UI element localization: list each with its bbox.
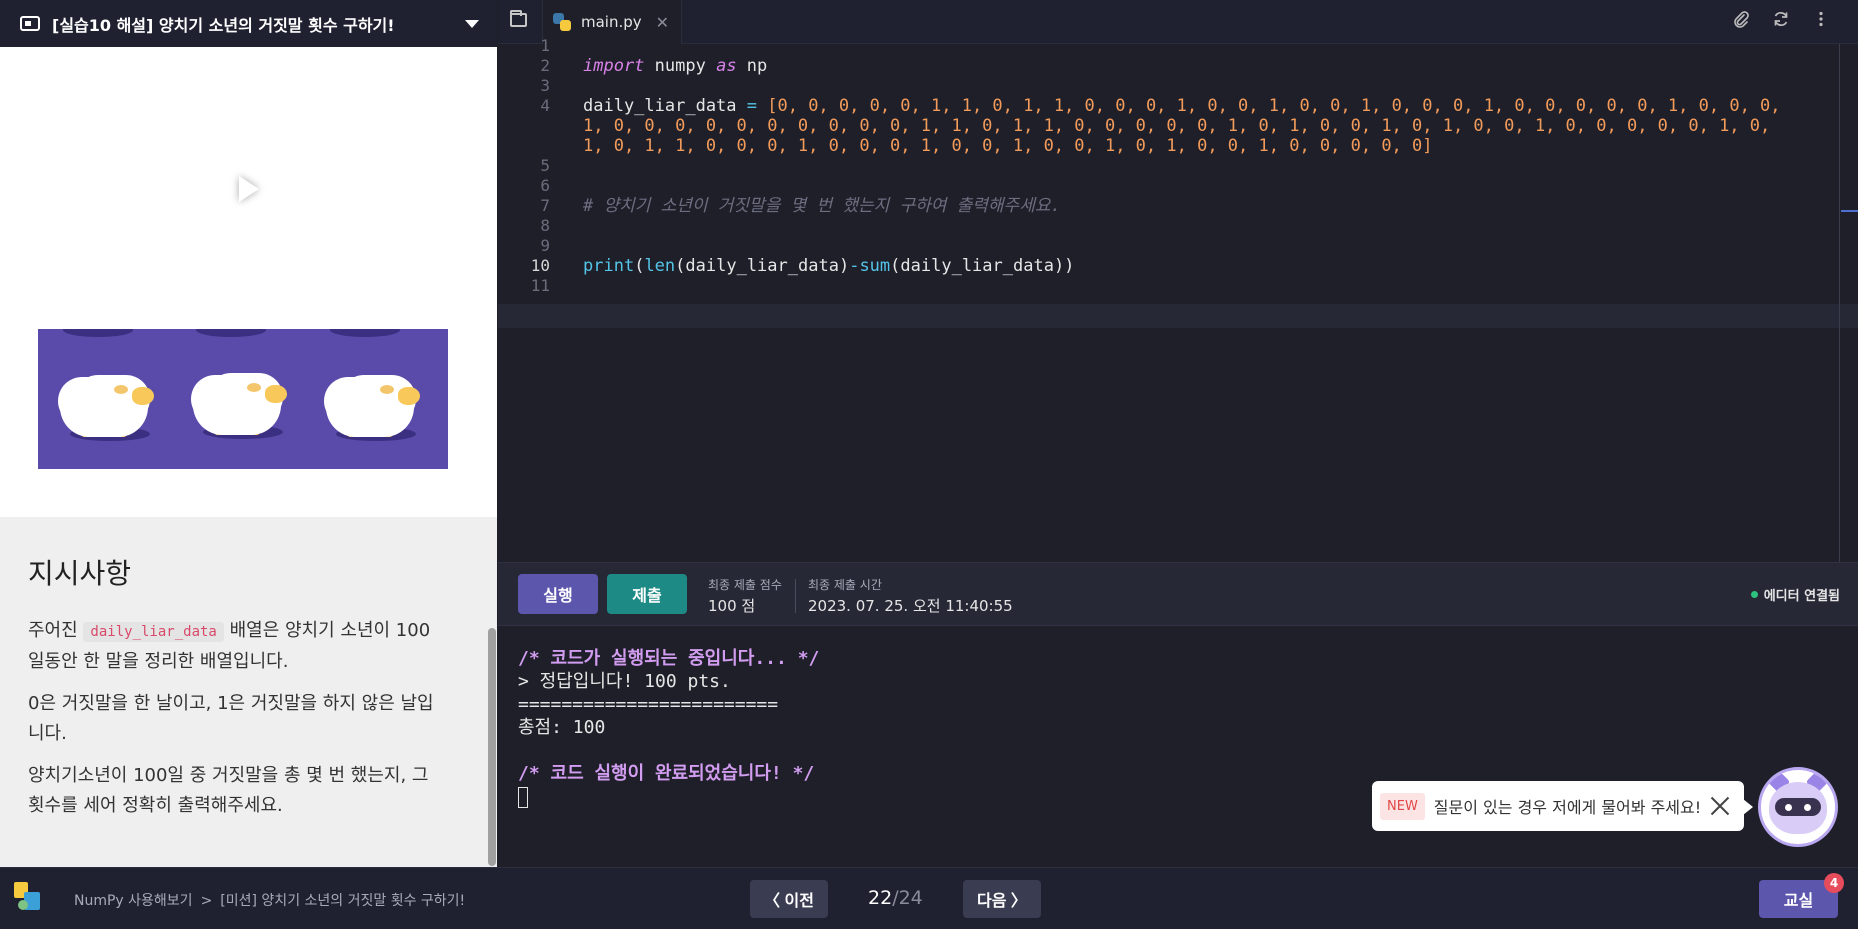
app-logo-icon[interactable] bbox=[14, 882, 42, 912]
editor-tabbar: main.py ✕ bbox=[498, 0, 1858, 44]
sheep-image bbox=[193, 363, 293, 443]
lesson-header[interactable]: [실습10 해설] 양치기 소년의 거짓말 횟수 구하기! bbox=[0, 0, 497, 47]
connection-label: 에디터 연결됨 bbox=[1763, 589, 1840, 604]
instruction-text: 주어진 bbox=[28, 620, 78, 641]
lesson-panel: [실습10 해설] 양치기 소년의 거짓말 횟수 구하기! 지시사항 주어진 d… bbox=[0, 0, 497, 867]
submit-time-value: 2023. 07. 25. 오전 11:40:55 bbox=[808, 597, 1013, 615]
connection-status: 에디터 연결됨 bbox=[1750, 585, 1840, 604]
sheep-illustration bbox=[38, 329, 448, 469]
help-text: 질문이 있는 경우 저에게 물어봐 주세요! bbox=[1433, 798, 1702, 817]
new-badge: NEW bbox=[1380, 792, 1425, 820]
code-line-10[interactable]: print(len(daily_liar_data)-sum(daily_lia… bbox=[583, 254, 1074, 278]
prev-button[interactable]: 〈 이전 bbox=[750, 880, 828, 918]
page-indicator: 22/24 bbox=[868, 887, 923, 909]
chatbot-avatar[interactable] bbox=[1758, 767, 1838, 847]
submit-button[interactable]: 제출 bbox=[607, 574, 687, 614]
console-line: /* 코드가 실행되는 중입니다... */ bbox=[518, 648, 820, 669]
folder-icon[interactable] bbox=[510, 10, 527, 27]
sheep-image bbox=[60, 365, 160, 445]
more-vertical-icon[interactable] bbox=[1810, 10, 1832, 32]
lesson-icon bbox=[20, 16, 40, 31]
close-icon[interactable]: ✕ bbox=[656, 13, 669, 32]
video-player[interactable] bbox=[0, 47, 497, 517]
lesson-title: [실습10 해설] 양치기 소년의 거짓말 횟수 구하기! bbox=[52, 15, 395, 35]
console-line: > 정답입니다! 100 pts. bbox=[518, 671, 731, 692]
run-button[interactable]: 실행 bbox=[518, 574, 598, 614]
code-line-2[interactable]: import numpy as np bbox=[583, 54, 767, 78]
breadcrumb: NumPy 사용해보기 > [미션] 양치기 소년의 거짓말 횟수 구하기! bbox=[74, 890, 465, 910]
tab-main-py[interactable]: main.py ✕ bbox=[542, 0, 682, 44]
page-current: 22 bbox=[868, 887, 893, 909]
close-icon[interactable] bbox=[1708, 794, 1732, 818]
page-total: /24 bbox=[892, 887, 923, 909]
sheep-image bbox=[326, 365, 426, 445]
instructions-heading: 지시사항 bbox=[28, 557, 132, 590]
line-number: 11 bbox=[530, 276, 550, 295]
sheep-shadow bbox=[63, 329, 133, 337]
python-icon bbox=[553, 13, 571, 31]
line-number: 4 bbox=[540, 96, 550, 115]
breadcrumb-separator: > bbox=[200, 893, 213, 909]
refresh-icon[interactable] bbox=[1770, 10, 1792, 32]
inline-code: daily_liar_data bbox=[83, 622, 224, 642]
tab-label: main.py bbox=[581, 13, 642, 31]
editor-scroll-edge bbox=[1839, 44, 1840, 562]
instructions-section: 지시사항 주어진 daily_liar_data 배열은 양치기 소년이 100… bbox=[0, 517, 497, 867]
instruction-paragraph: 0은 거짓말을 한 날이고, 1은 거짓말을 하지 않은 날입니다. bbox=[28, 693, 434, 744]
code-line-4-wrap[interactable]: 1, 0, 1, 1, 0, 0, 0, 1, 0, 0, 0, 1, 0, 0… bbox=[583, 134, 1433, 158]
paperclip-icon[interactable] bbox=[1730, 10, 1752, 32]
sheep-shadow bbox=[196, 329, 266, 337]
notification-badge: 4 bbox=[1824, 873, 1844, 893]
console-line: 총점: 100 bbox=[518, 717, 606, 738]
next-button[interactable]: 다음 〉 bbox=[963, 880, 1041, 918]
console-line: ======================== bbox=[518, 694, 779, 715]
breadcrumb-lesson[interactable]: [미션] 양치기 소년의 거짓말 횟수 구하기! bbox=[220, 893, 465, 909]
divider bbox=[795, 579, 796, 613]
submit-time-label: 최종 제출 시간 bbox=[808, 578, 882, 592]
breadcrumb-course[interactable]: NumPy 사용해보기 bbox=[74, 893, 193, 909]
text-cursor bbox=[518, 786, 528, 808]
scrollbar[interactable] bbox=[488, 628, 496, 866]
play-icon[interactable] bbox=[239, 176, 259, 202]
code-editor[interactable]: 1 2 3 4 5 6 7 8 9 10 11 import numpy as np daily_l… bbox=[498, 36, 1858, 562]
help-bubble[interactable]: NEW 질문이 있는 경우 저에게 물어봐 주세요! bbox=[1372, 781, 1753, 831]
instruction-paragraph: 주어진 daily_liar_data 배열은 양치기 소년이 100일동안 한… bbox=[28, 616, 438, 677]
active-line-highlight bbox=[498, 304, 1858, 328]
code-line-7[interactable]: # 양치기 소년이 거짓말을 몇 번 했는지 구하여 출력해주세요. bbox=[583, 194, 1061, 218]
footer-bar: NumPy 사용해보기 > [미션] 양치기 소년의 거짓말 횟수 구하기! 〈 이… bbox=[0, 867, 1858, 929]
score-value: 100 점 bbox=[708, 597, 756, 615]
instruction-paragraph: 양치기소년이 100일 중 거짓말을 총 몇 번 했는지, 그 횟수를 세어 정… bbox=[28, 765, 429, 816]
run-bar: 실행 제출 최종 제출 점수 100 점 최종 제출 시간 2023. 07. … bbox=[498, 562, 1858, 626]
score-label: 최종 제출 점수 bbox=[708, 578, 782, 592]
app-root: [실습10 해설] 양치기 소년의 거짓말 횟수 구하기! 지시사항 주어진 d… bbox=[0, 0, 1858, 929]
chevron-down-icon[interactable] bbox=[465, 19, 479, 28]
sheep-shadow bbox=[330, 329, 400, 337]
scroll-marker bbox=[1841, 210, 1858, 212]
status-dot-icon bbox=[1750, 591, 1758, 598]
